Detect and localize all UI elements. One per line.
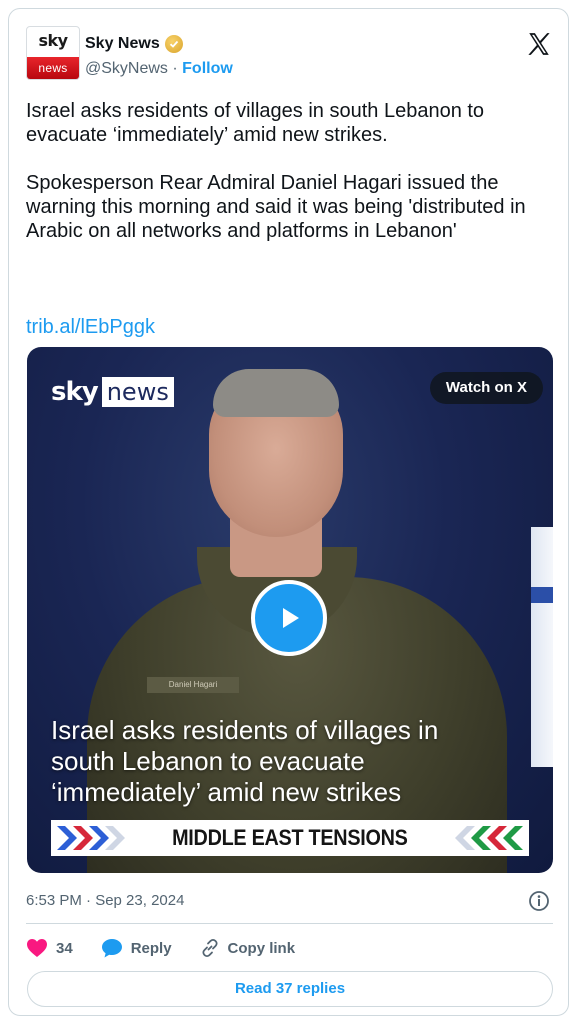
tweet-actions: 34 Reply Copy link (26, 935, 323, 961)
verified-badge-icon (164, 35, 183, 53)
avatar-news-text: news (27, 57, 79, 79)
read-replies-button[interactable]: Read 37 replies (27, 971, 553, 1007)
author-handle-row: @SkyNews · Follow (85, 60, 233, 78)
banner-chevrons-right-icon (455, 826, 523, 850)
watch-on-x-button[interactable]: Watch on X (429, 372, 543, 404)
heart-icon (27, 939, 47, 957)
follow-button[interactable]: Follow (182, 60, 233, 77)
x-logo-icon[interactable] (526, 31, 552, 57)
handle-separator: · (172, 60, 178, 77)
news-banner: MIDDLE EAST TENSIONS (51, 820, 529, 856)
play-button[interactable] (251, 580, 327, 656)
video-player[interactable]: Daniel Hagari sky news Watch on X Israel… (27, 347, 553, 873)
avatar[interactable]: sky news (26, 26, 80, 80)
like-button[interactable]: 34 (26, 938, 73, 958)
likes-count: 34 (56, 939, 73, 957)
video-person-hair (213, 369, 339, 417)
uniform-name-tag: Daniel Hagari (147, 677, 239, 693)
link-icon (202, 938, 218, 958)
sky-news-logo: sky news (51, 377, 174, 407)
play-icon (283, 608, 299, 628)
avatar-sky-text: sky (38, 31, 68, 50)
footer-divider (26, 923, 553, 924)
reply-bubble-icon (101, 939, 122, 958)
video-caption: Israel asks residents of villages in sou… (51, 715, 439, 807)
tweet-link[interactable]: trib.al/lEbPggk (26, 316, 155, 339)
reply-button[interactable]: Reply (101, 938, 172, 958)
flag-decoration (531, 527, 553, 767)
author-name-row: Sky News (85, 35, 183, 53)
logo-sky-text: sky (51, 377, 99, 407)
tweet-timestamp[interactable]: 6:53 PM · Sep 23, 2024 (26, 892, 184, 909)
copy-link-label: Copy link (227, 939, 296, 957)
banner-chevrons-left-icon (57, 826, 125, 850)
author-handle[interactable]: @SkyNews (85, 60, 168, 77)
reply-label: Reply (130, 939, 172, 957)
logo-news-text: news (101, 377, 174, 407)
copy-link-button[interactable]: Copy link (200, 938, 296, 958)
banner-text: MIDDLE EAST TENSIONS (172, 825, 408, 850)
info-icon[interactable] (528, 890, 550, 912)
author-display-name[interactable]: Sky News (85, 35, 160, 53)
tweet-card: sky news Sky News @SkyNews · Follow Isra… (8, 8, 569, 1016)
tweet-text: Israel asks residents of villages in sou… (26, 100, 526, 242)
